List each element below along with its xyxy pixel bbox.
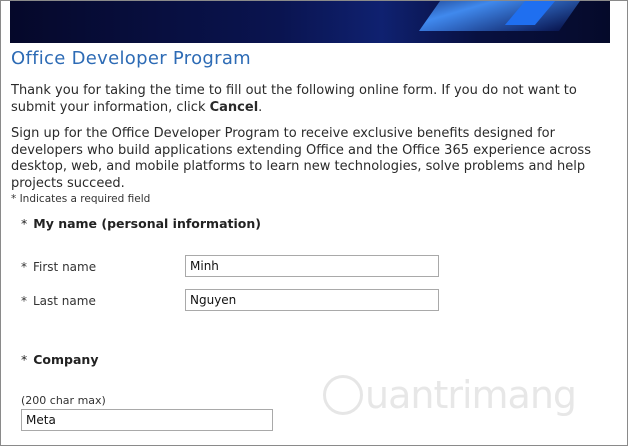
signup-paragraph: Sign up for the Office Developer Program… bbox=[11, 126, 591, 191]
section-company-label: Company bbox=[33, 352, 99, 367]
browser-frame: Office Developer Program Thank you for t… bbox=[0, 0, 628, 446]
intro-end: . bbox=[258, 99, 263, 115]
intro-text: Thank you for taking the time to fill ou… bbox=[11, 83, 577, 115]
required-star: * bbox=[21, 216, 28, 231]
page-title: Office Developer Program bbox=[11, 48, 251, 69]
first-name-label-text: First name bbox=[33, 260, 97, 274]
required-star: * bbox=[21, 260, 27, 274]
section-name-label: My name (personal information) bbox=[33, 216, 261, 231]
watermark-ring-icon bbox=[323, 375, 363, 415]
section-company-heading: * Company bbox=[21, 352, 98, 367]
last-name-label: * Last name bbox=[21, 294, 96, 308]
last-name-input[interactable] bbox=[185, 289, 439, 311]
watermark-text: uantrimang bbox=[365, 373, 577, 417]
company-input[interactable] bbox=[21, 409, 273, 431]
last-name-label-text: Last name bbox=[33, 294, 96, 308]
intro-paragraph: Thank you for taking the time to fill ou… bbox=[11, 83, 616, 116]
cancel-reference: Cancel bbox=[209, 99, 259, 115]
first-name-input[interactable] bbox=[185, 255, 439, 277]
header-banner-image bbox=[10, 1, 610, 43]
first-name-label: * First name bbox=[21, 260, 96, 274]
required-star: * bbox=[21, 352, 28, 367]
company-char-limit-hint: (200 char max) bbox=[21, 394, 106, 407]
banner-light-beam bbox=[418, 1, 602, 31]
watermark-logo: uantrimang bbox=[323, 369, 593, 429]
section-name-heading: * My name (personal information) bbox=[21, 216, 261, 231]
required-field-note: * Indicates a required field bbox=[11, 193, 151, 205]
required-star: * bbox=[21, 294, 27, 308]
